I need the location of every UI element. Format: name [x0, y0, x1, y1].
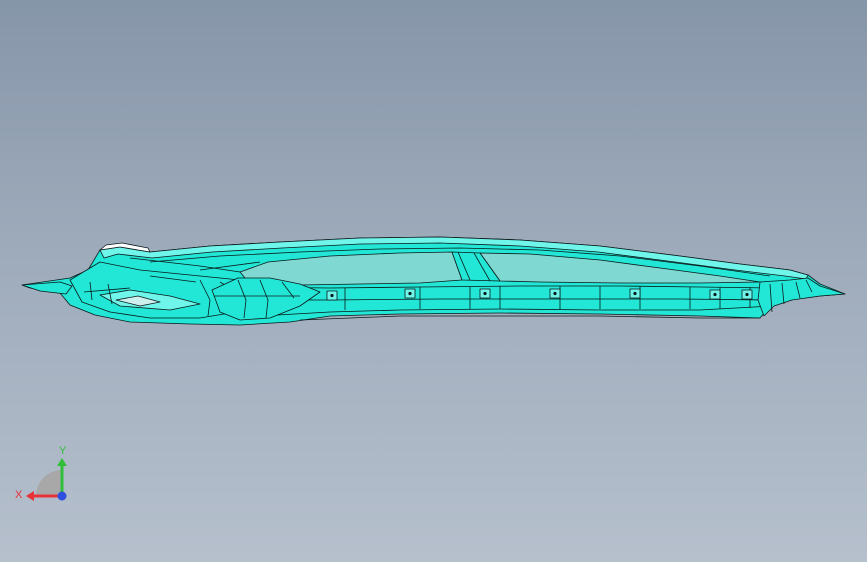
- z-axis-dot: [57, 491, 67, 501]
- triad-quarter-disc: [36, 470, 62, 496]
- y-axis-arrow: [57, 458, 67, 466]
- part-model[interactable]: [0, 0, 867, 562]
- x-axis-arrow: [26, 491, 34, 501]
- axis-triad: Y X: [12, 440, 76, 510]
- x-axis-label: X: [15, 489, 23, 501]
- 3d-viewport[interactable]: Y X: [0, 0, 867, 562]
- y-axis-label: Y: [59, 445, 67, 457]
